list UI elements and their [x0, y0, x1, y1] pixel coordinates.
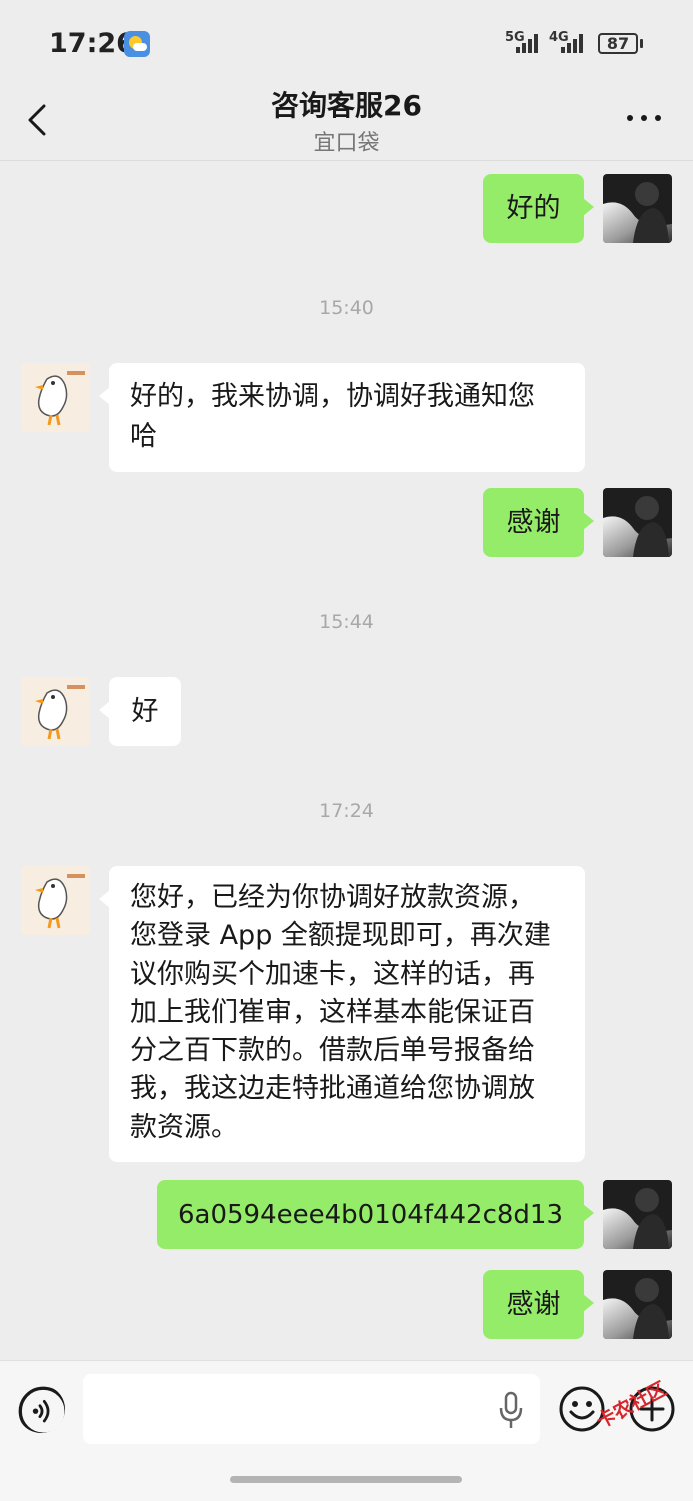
weather-icon [124, 31, 150, 57]
home-indicator[interactable] [230, 1476, 462, 1483]
service-avatar[interactable] [21, 866, 90, 935]
message-text-line: 我，我这边走特批通道给您协调放 [130, 1073, 535, 1105]
voice-icon[interactable] [17, 1385, 65, 1433]
message-text-line: 您好，已经为你协调好放款资源， [130, 882, 535, 913]
message-bubble-me[interactable]: 6a0594eee4b0104f442c8d13 [157, 1180, 594, 1249]
message-bubble-me[interactable]: 感谢 [483, 488, 594, 557]
message-text-line: 加上我们崔审，这样基本能保证百 [130, 996, 535, 1028]
battery-tip [640, 39, 643, 48]
chat-title: 咨询客服26 [271, 89, 422, 122]
service-avatar[interactable] [21, 677, 90, 746]
message-text: 6a0594eee4b0104f442c8d13 [177, 1199, 564, 1230]
chat-header: 咨询客服26 宜口袋 [0, 80, 693, 161]
message-text-line: 好的，我来协调，协调好我通知您 [130, 381, 535, 412]
message-bubble-them[interactable]: 您好，已经为你协调好放款资源， 您登录 App 全额提现即可，再次建 议你购买个… [99, 866, 585, 1163]
my-avatar[interactable] [603, 1180, 672, 1249]
my-avatar[interactable] [603, 488, 672, 557]
message-bubble-them[interactable]: 好的，我来协调，协调好我通知您 哈 [99, 363, 585, 472]
message-input[interactable] [83, 1374, 540, 1444]
chat-subtitle: 宜口袋 [313, 131, 380, 156]
timestamp: 15:44 [319, 611, 374, 633]
more-dots-icon[interactable] [624, 112, 664, 124]
message-text: 感谢 [506, 506, 561, 538]
microphone-icon[interactable] [498, 1391, 524, 1431]
message-bubble-them[interactable]: 好 [99, 677, 181, 746]
message-text-line: 议你购买个加速卡，这样的话，再 [130, 958, 535, 990]
message-text-line: 您登录 App 全额提现即可，再次建 [130, 920, 551, 952]
message-text: 好的 [506, 192, 561, 224]
message-text-line: 分之百下款的。借款后单号报备给 [130, 1035, 535, 1067]
status-bar: 17:26 5G 4G 87 [0, 0, 693, 80]
service-avatar[interactable] [21, 363, 90, 432]
signal-icon [516, 34, 538, 53]
message-text-line: 哈 [130, 421, 157, 452]
message-text: 感谢 [506, 1288, 561, 1320]
message-bubble-me[interactable]: 好的 [483, 174, 594, 243]
signal-icon [561, 34, 583, 53]
my-avatar[interactable] [603, 1270, 672, 1339]
my-avatar[interactable] [603, 174, 672, 243]
timestamp: 17:24 [319, 800, 374, 822]
message-text-line: 款资源。 [130, 1111, 238, 1143]
message-text: 好 [131, 695, 159, 727]
timestamp: 15:40 [319, 297, 374, 319]
battery-icon: 87 [598, 33, 638, 54]
message-bubble-me[interactable]: 感谢 [483, 1270, 594, 1339]
status-time: 17:26 [49, 28, 135, 59]
